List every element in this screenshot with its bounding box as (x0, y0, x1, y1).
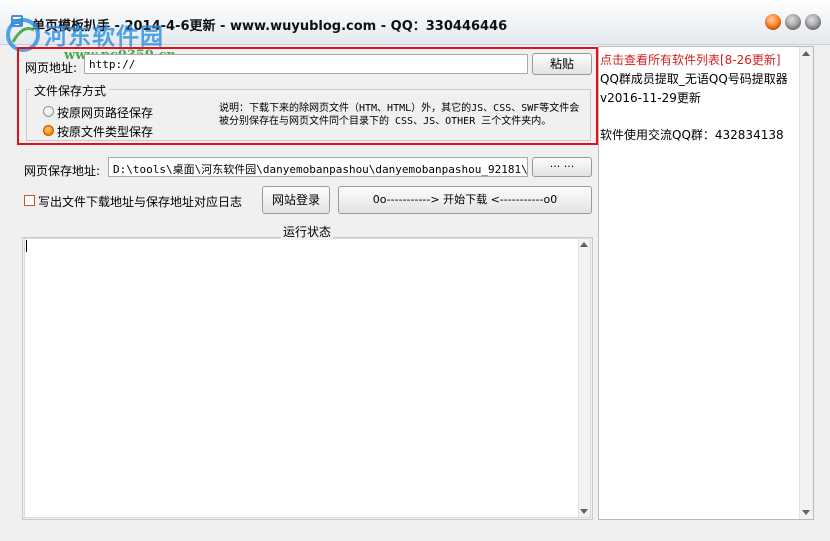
log-checkbox[interactable] (24, 195, 35, 206)
save-path-label: 网页保存地址: (24, 164, 101, 178)
scroll-up-icon[interactable] (580, 242, 588, 247)
log-textarea[interactable] (24, 238, 591, 518)
maximize-button[interactable] (805, 14, 821, 30)
right-scroll-up-icon[interactable] (802, 51, 810, 56)
browse-button[interactable]: ··· ··· (532, 157, 592, 177)
scroll-down-icon[interactable] (580, 509, 588, 514)
right-panel-line-1[interactable]: QQ群成员提取_无语QQ号码提取器 (600, 70, 788, 87)
start-download-button[interactable]: 0o-----------> 开始下载 <-----------o0 (338, 186, 592, 214)
text-caret (26, 240, 27, 252)
qq-group-text: 软件使用交流QQ群：432834138 (600, 128, 784, 142)
save-path-input[interactable]: D:\tools\桌面\河东软件园\danyemobanpashou\danye… (108, 157, 528, 177)
right-panel-line-2: v2016-11-29更新 (600, 91, 701, 105)
right-scroll-down-icon[interactable] (802, 510, 810, 515)
close-button[interactable] (765, 14, 781, 30)
site-login-button[interactable]: 网站登录 (262, 186, 330, 214)
highlight-box (17, 47, 598, 145)
minimize-button[interactable] (785, 14, 801, 30)
right-panel (598, 46, 814, 520)
status-legend: 运行状态 (281, 223, 334, 240)
software-list-link[interactable]: 点击查看所有软件列表[8-26更新] (600, 51, 781, 68)
log-checkbox-label[interactable]: 写出文件下载地址与保存地址对应日志 (38, 193, 242, 210)
watermark-text: 河东软件园 (44, 24, 164, 50)
right-panel-scrollbar[interactable] (799, 47, 813, 519)
log-scrollbar[interactable] (578, 239, 590, 517)
